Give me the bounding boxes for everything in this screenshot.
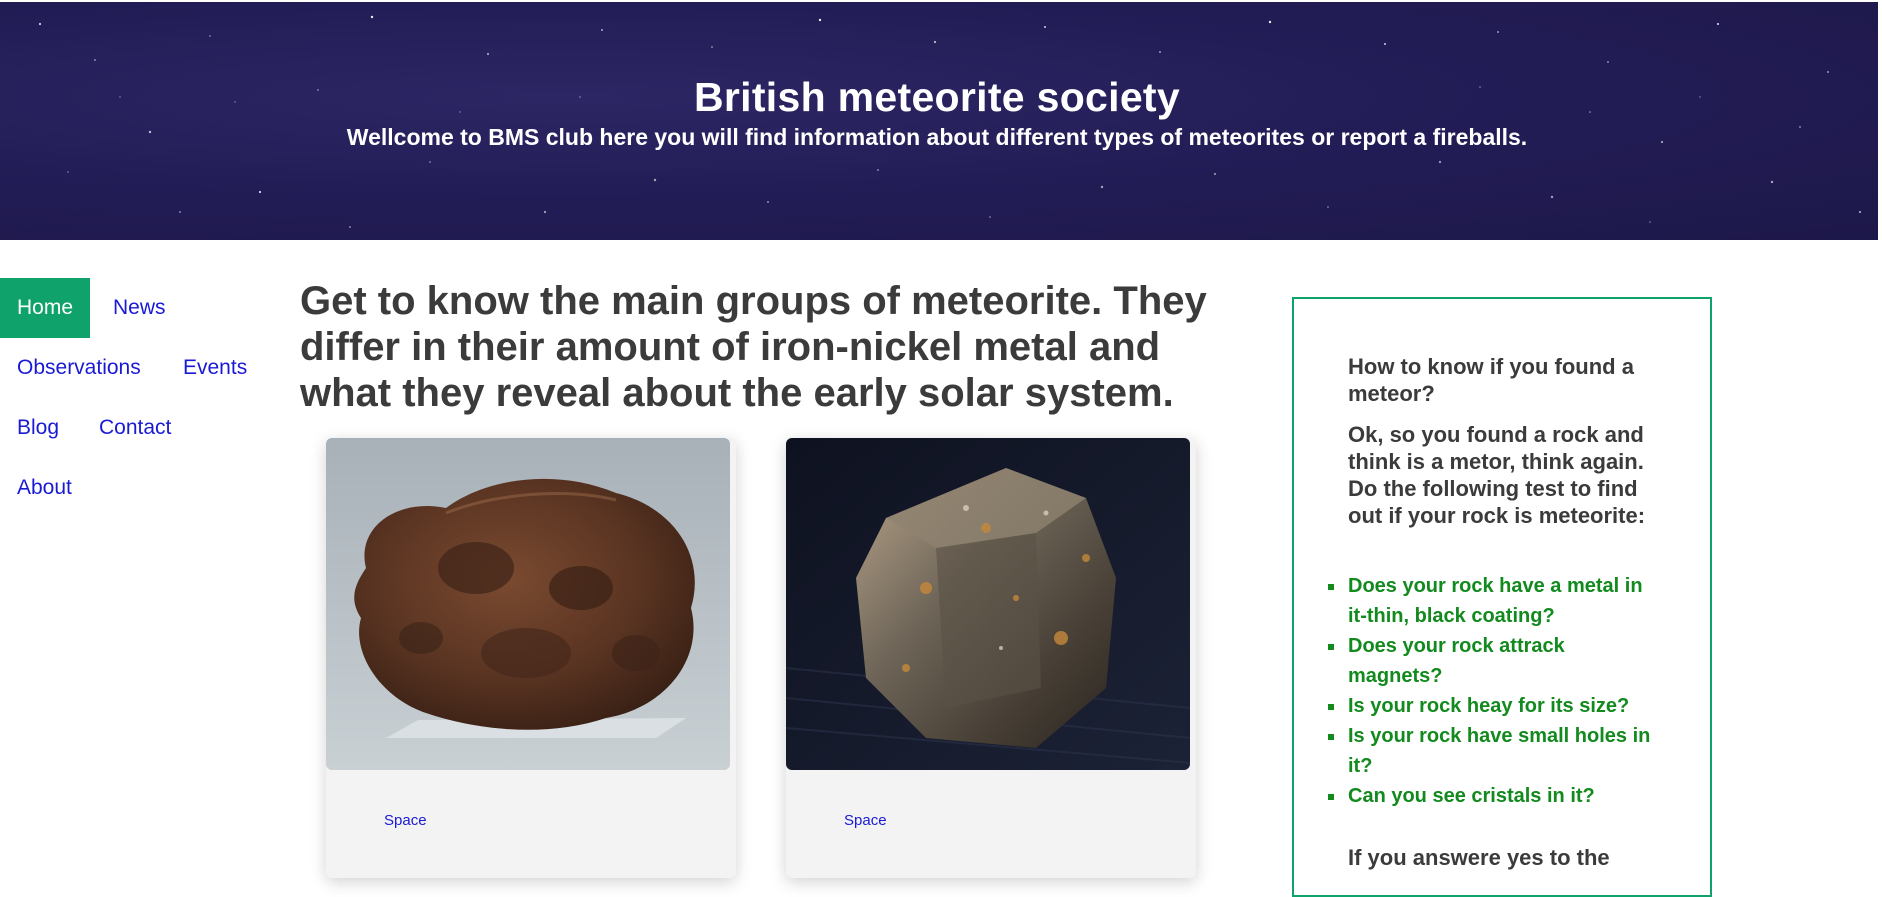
site-header: British meteorite society Wellcome to BM… [0, 2, 1878, 240]
meteor-checklist: Does your rock have a metal in it-thin, … [1328, 571, 1658, 811]
nav-item-news[interactable]: News [96, 278, 183, 338]
sidebar-intro: Ok, so you found a rock and think is a m… [1348, 422, 1646, 528]
checklist-item: Does your rock have a metal in it-thin, … [1328, 571, 1658, 631]
checklist-item: Does your rock attrack magnets? [1328, 631, 1658, 691]
article-card[interactable]: Space [786, 438, 1196, 878]
checklist-item: Is your rock heay for its size? [1328, 691, 1658, 721]
nav-item-about[interactable]: About [0, 458, 89, 518]
nav-item-blog[interactable]: Blog [0, 398, 76, 458]
checklist-item: Can you see cristals in it? [1328, 781, 1658, 811]
nav-item-observations[interactable]: Observations [0, 338, 158, 398]
sidebar-title: How to know if you found a meteor? [1348, 354, 1634, 406]
nav-item-events[interactable]: Events [166, 338, 264, 398]
nav-item-home[interactable]: Home [0, 278, 91, 338]
card-category-tag[interactable]: Space [844, 812, 887, 829]
nav-item-contact[interactable]: Contact [82, 398, 188, 458]
meteor-check-sidebar: How to know if you found a meteor? Ok, s… [1292, 297, 1712, 897]
sidebar-outro: If you answere yes to the [1348, 845, 1610, 870]
checklist-item: Is your rock have small holes in it? [1328, 721, 1658, 781]
starfield-background [38, 15, 1862, 228]
site-title: British meteorite society [694, 74, 1180, 120]
article-card[interactable]: Space [326, 438, 736, 878]
card-category-tag[interactable]: Space [384, 812, 427, 829]
page-title: Get to know the main groups of meteorite… [300, 279, 1207, 415]
meteorite-image-iron [326, 438, 730, 770]
meteorite-image-metallic [786, 438, 1190, 770]
site-subtitle: Wellcome to BMS club here you will find … [346, 124, 1528, 150]
